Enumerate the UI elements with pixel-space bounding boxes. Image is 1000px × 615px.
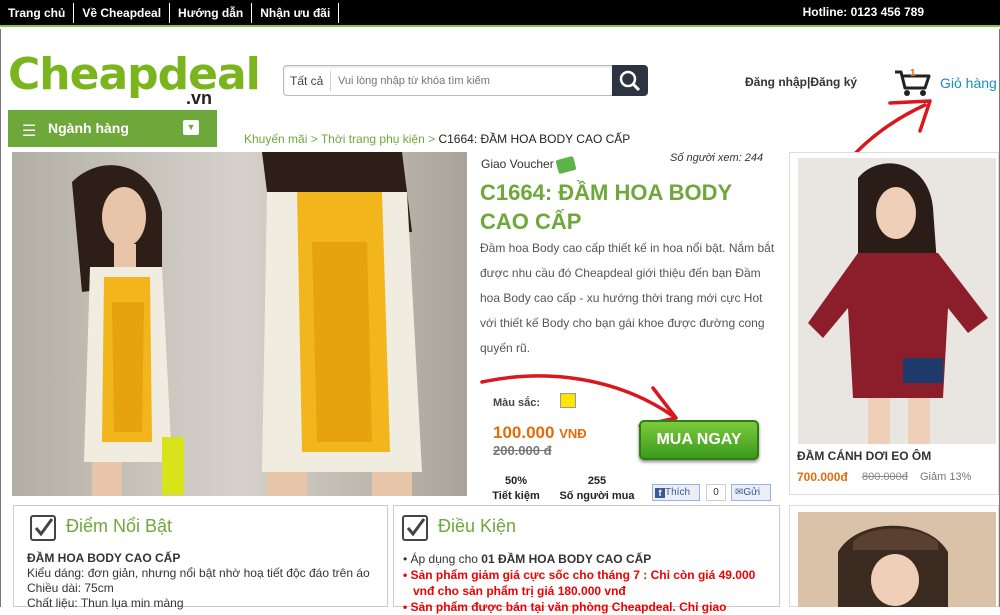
send-label: Gửi [743, 487, 761, 498]
facebook-like-button[interactable]: f Thích [652, 484, 700, 501]
top-bar: Trang chủ Về Cheapdeal Hướng dẫn Nhận ưu… [0, 0, 1000, 27]
condition-line: • Sản phẩm giảm giá cực sốc cho tháng 7 … [403, 568, 756, 598]
breadcrumb-fashion[interactable]: Thời trang phụ kiện [321, 132, 425, 146]
savings-stat: 50% Tiết kiệm [488, 474, 544, 504]
hotline: Hotline: 0123 456 789 [802, 5, 924, 19]
savings-value: 50% [504, 475, 528, 487]
color-label: Màu sắc: [493, 397, 541, 409]
buy-now-button[interactable]: MUA NGAY [639, 420, 759, 460]
login-link[interactable]: Đăng nhập [745, 75, 807, 89]
account-links: Đăng nhập|Đăng ký [745, 75, 857, 89]
search-category-select[interactable]: Tất cả [290, 74, 323, 88]
condition-text: Sản phẩm giảm giá cực sốc cho tháng 7 : … [410, 568, 756, 598]
condition-product: 01 ĐẦM HOA BODY CAO CẤP [481, 552, 652, 566]
category-menu-label: Ngành hàng [48, 120, 129, 136]
highlight-line: Chiều dài: 75cm [27, 581, 114, 595]
product-description: Đầm hoa Body cao cấp thiết kế in hoa nổi… [480, 241, 775, 355]
condition-line: • Sản phẩm được bán tại văn phòng Cheapd… [403, 600, 727, 614]
related-product-discount: Giảm 13% [920, 471, 972, 483]
buyers-label: Số người mua [559, 490, 635, 502]
logo[interactable]: Cheapdeal [8, 50, 261, 100]
logo-suffix: .vn [186, 88, 213, 108]
nav-offers[interactable]: Nhận ưu đãi [252, 3, 340, 23]
condition-line: • Áp dụng cho 01 ĐẦM HOA BODY CAO CẤP [403, 552, 652, 566]
viewer-count: Số người xem: 244 [670, 152, 764, 164]
breadcrumb-separator: > [307, 132, 321, 146]
voucher-label: Giao Voucher [481, 155, 577, 174]
buyers-value: 255 [587, 475, 607, 487]
search-input[interactable] [338, 72, 598, 90]
breadcrumb-separator: > [424, 132, 439, 146]
price-currency: VNĐ [559, 426, 587, 441]
checkbox-icon [402, 515, 428, 541]
conditions-list: • Áp dụng cho 01 ĐẦM HOA BODY CAO CẤP • … [403, 551, 773, 615]
facebook-icon: f [655, 488, 665, 498]
breadcrumb: Khuyến mãi > Thời trang phụ kiện > C1664… [244, 132, 630, 146]
product-image[interactable] [12, 152, 467, 496]
highlights-list: ĐẦM HOA BODY CAO CẤP Kiểu dáng: đơn giản… [27, 551, 370, 611]
savings-label: Tiết kiệm [492, 490, 540, 502]
product-price: 100.000 VNĐ [493, 423, 587, 443]
highlight-line: ĐẦM HOA BODY CAO CẤP [27, 551, 181, 565]
related-product-price: 700.000đ [797, 470, 848, 484]
search-icon [619, 70, 641, 92]
facebook-send-button[interactable]: ✉Gửi [731, 484, 771, 501]
condition-text: Sản phẩm được bán tại văn phòng Cheapdea… [410, 600, 727, 614]
product-title: C1664: ĐẦM HOA BODY CAO CẤP [480, 180, 732, 234]
highlight-line: Kiểu dáng: đơn giản, nhưng nổi bật nhờ h… [27, 566, 370, 580]
cart-label[interactable]: Giỏ hàng [940, 75, 997, 91]
related-product-name[interactable]: ĐẦM CÁNH DƠI EO ÔM [797, 449, 931, 463]
related-product-image[interactable] [798, 512, 996, 607]
top-nav: Trang chủ Về Cheapdeal Hướng dẫn Nhận ưu… [0, 0, 340, 27]
nav-home[interactable]: Trang chủ [0, 3, 75, 23]
breadcrumb-current: C1664: ĐẦM HOA BODY CAO CẤP [438, 132, 631, 146]
highlights-title: Điểm Nổi Bật [66, 516, 173, 536]
category-menu-button[interactable]: ☰ Ngành hàng ▼ [8, 110, 217, 147]
search-box: Tất cả [283, 65, 613, 96]
condition-prefix: Áp dụng cho [410, 552, 482, 566]
like-label: Thích [665, 487, 691, 498]
related-product-image[interactable] [798, 158, 996, 444]
breadcrumb-promotions[interactable]: Khuyến mãi [244, 132, 307, 146]
voucher-icon [555, 155, 577, 174]
nav-guide[interactable]: Hướng dẫn [170, 3, 253, 23]
menu-icon: ☰ [22, 123, 37, 140]
register-link[interactable]: Đăng ký [810, 75, 857, 89]
checkbox-icon [30, 515, 56, 541]
buyers-stat: 255 Số người mua [554, 474, 640, 504]
voucher-text: Giao Voucher [481, 157, 554, 171]
price-value: 100.000 [493, 423, 555, 442]
like-count: 0 [706, 484, 726, 501]
search-button[interactable] [612, 65, 648, 96]
search-divider [330, 71, 331, 91]
cart-count-badge: 1 [910, 68, 916, 79]
chevron-down-icon: ▼ [183, 120, 199, 135]
nav-about[interactable]: Về Cheapdeal [74, 3, 171, 23]
related-product-old-price: 800.000đ [862, 471, 908, 483]
old-price: 200.000 đ [493, 443, 552, 458]
color-swatch-yellow[interactable] [560, 393, 576, 408]
conditions-title: Điều Kiện [438, 516, 517, 536]
highlight-line: Chất liệu: Thun lụa min màng [27, 596, 184, 610]
